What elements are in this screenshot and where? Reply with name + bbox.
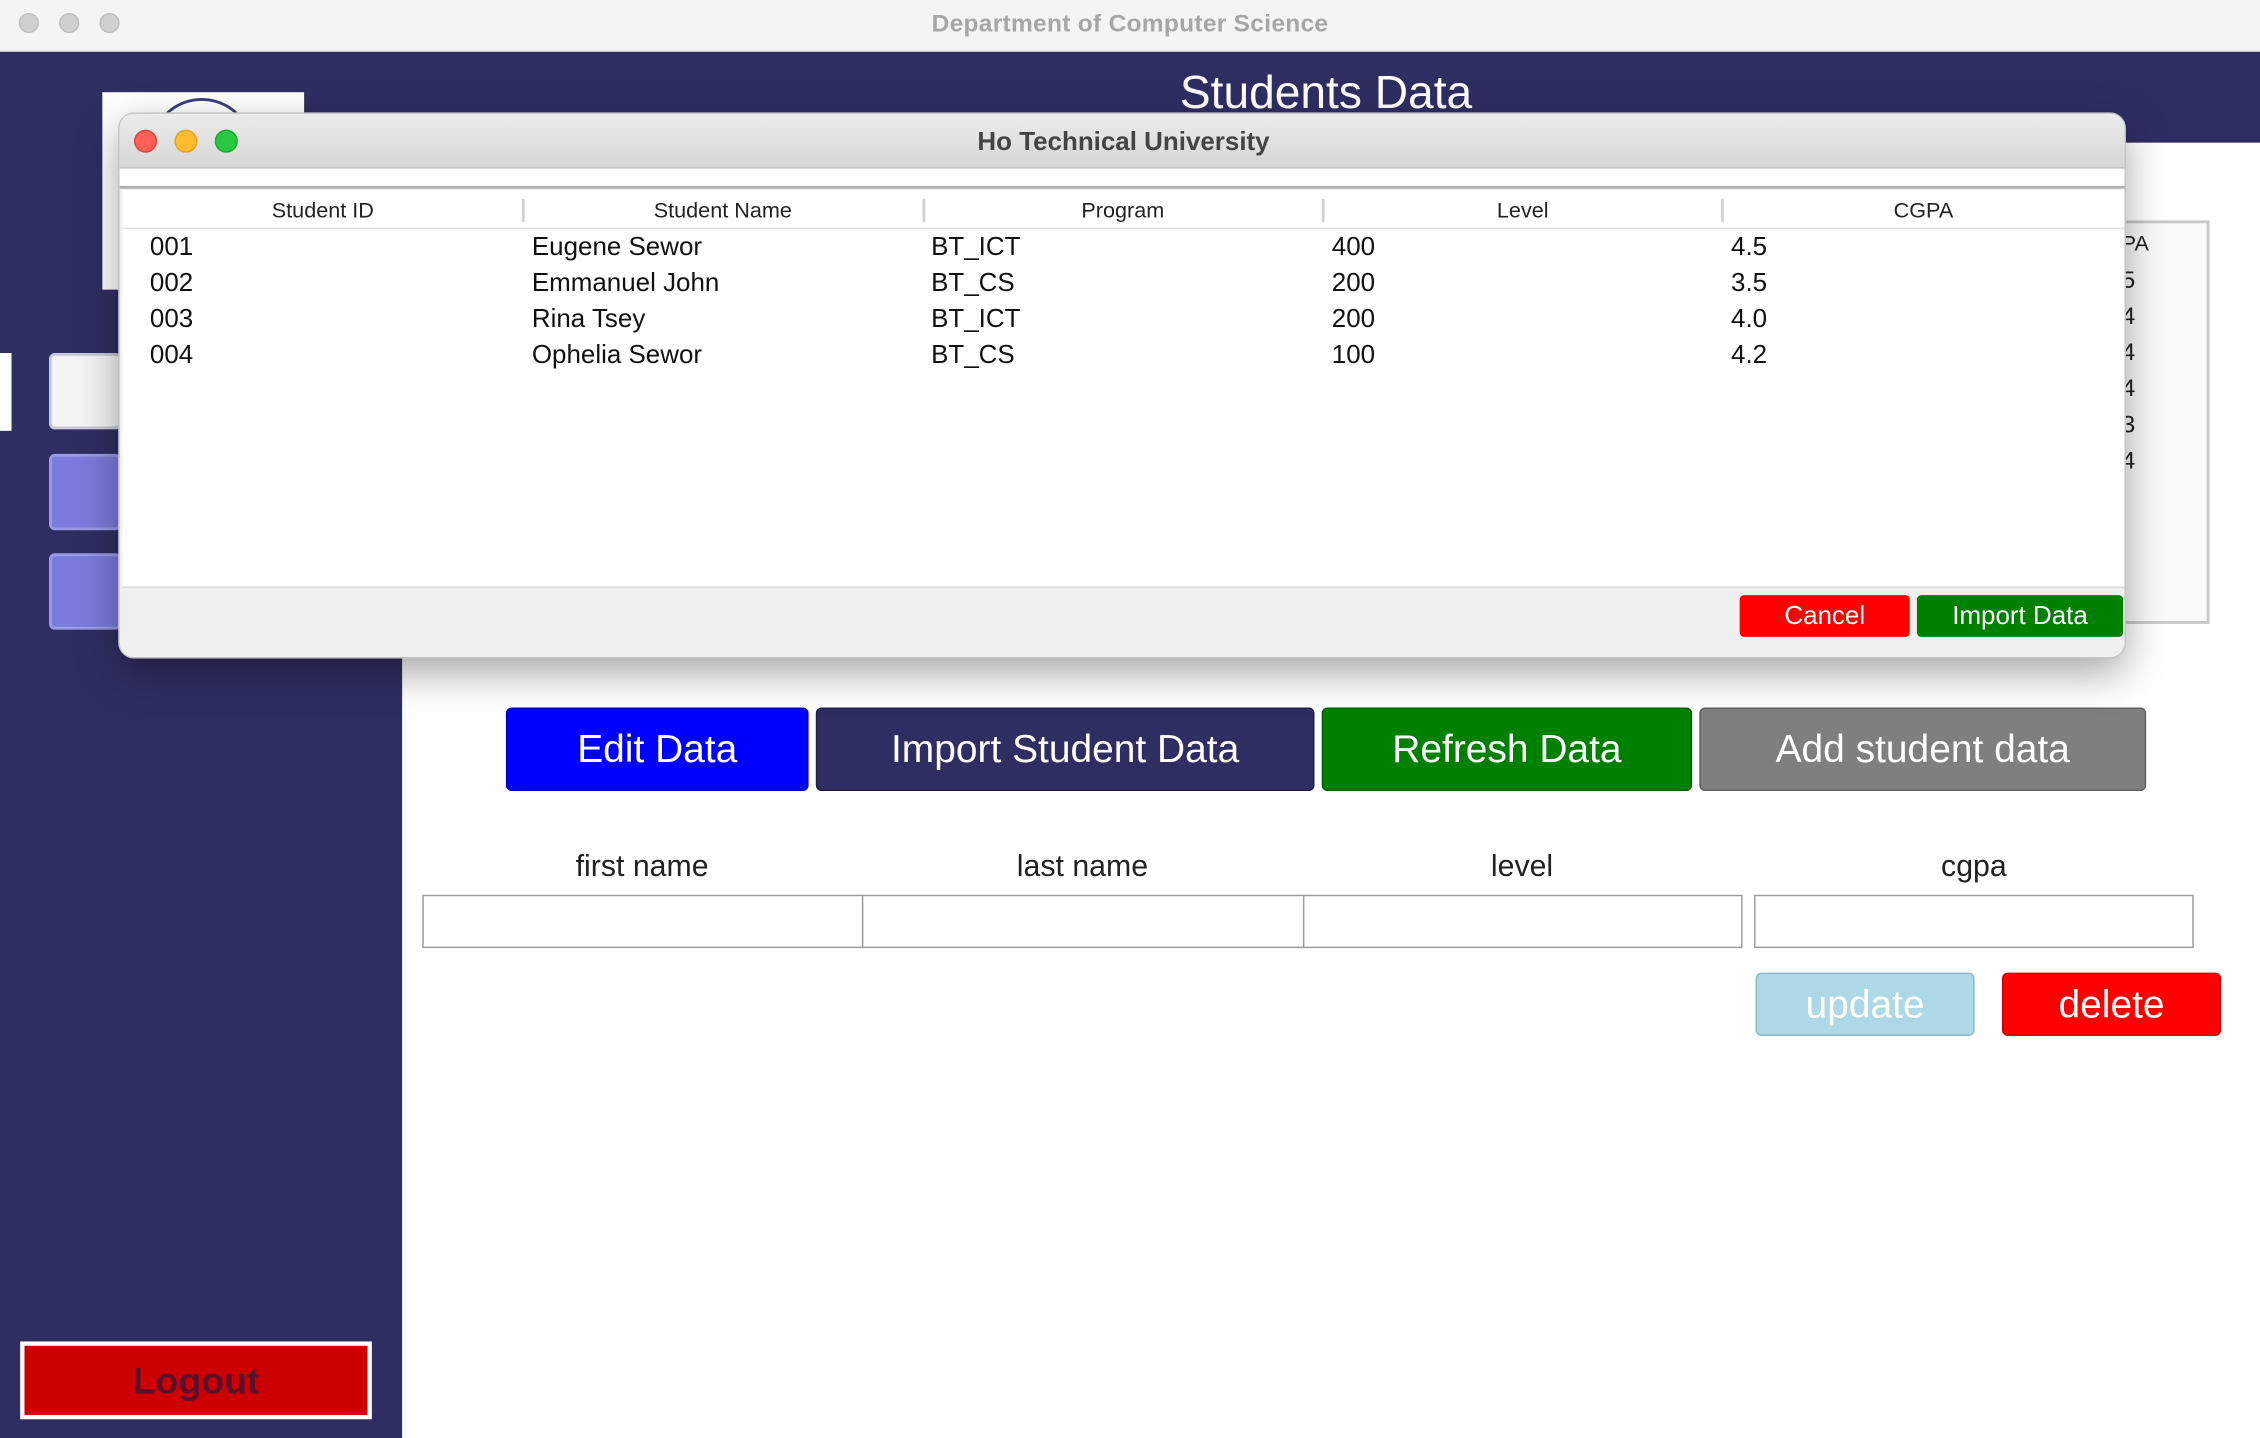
cell-student-id: 004: [149, 340, 194, 369]
last-name-label: last name: [1016, 850, 1149, 884]
column-header-student-id[interactable]: Student ID: [123, 196, 524, 228]
cell-program: BT_CS: [931, 340, 1015, 369]
refresh-data-button[interactable]: Refresh Data: [1321, 707, 1693, 792]
level-input[interactable]: [1302, 894, 1743, 949]
cell-cgpa: 4.0: [1731, 304, 1768, 333]
column-header-level[interactable]: Level: [1323, 196, 1722, 228]
cell-student-name: Eugene Sewor: [531, 231, 703, 261]
cell-student-name: Ophelia Sewor: [531, 340, 703, 369]
cell-level: 200: [1331, 304, 1376, 333]
cell-student-name: Emmanuel John: [531, 268, 720, 297]
import-dialog: Ho Technical University Student ID Stude…: [118, 112, 2126, 659]
table-row[interactable]: 001 Eugene Sewor BT_ICT 400 4.5: [123, 229, 2125, 265]
cancel-button[interactable]: Cancel: [1739, 595, 1910, 637]
table-row[interactable]: 003 Rina Tsey BT_ICT 200 4.0: [123, 301, 2125, 337]
cell-level: 100: [1331, 340, 1376, 369]
sidebar-button-1[interactable]: [49, 353, 122, 430]
last-name-input[interactable]: [861, 894, 1305, 949]
import-student-data-button[interactable]: Import Student Data: [815, 707, 1315, 792]
dialog-titlebar: Ho Technical University: [119, 113, 2125, 169]
sidebar-button-3[interactable]: [49, 553, 122, 630]
student-import-table[interactable]: Student ID Student Name Program Level CG…: [122, 190, 2125, 588]
cell-level: 200: [1331, 268, 1376, 297]
cell-level: 400: [1331, 231, 1376, 261]
cell-student-id: 003: [149, 304, 194, 333]
first-name-label: first name: [575, 850, 709, 884]
cell-cgpa: 3.5: [1731, 268, 1768, 297]
cell-cgpa: 4.5: [1731, 231, 1768, 261]
add-student-data-button[interactable]: Add student data: [1699, 707, 2147, 792]
dialog-title: Ho Technical University: [977, 126, 1270, 156]
column-header-cgpa[interactable]: CGPA: [1722, 196, 2124, 228]
import-data-button[interactable]: Import Data: [1916, 595, 2124, 637]
active-nav-marker: [0, 353, 12, 431]
edit-data-button[interactable]: Edit Data: [505, 707, 809, 792]
cell-student-name: Rina Tsey: [531, 304, 646, 333]
update-button[interactable]: update: [1755, 972, 1975, 1036]
cell-cgpa: 4.2: [1731, 340, 1768, 369]
main-window-titlebar: Department of Computer Science: [0, 0, 2260, 52]
cgpa-input[interactable]: [1754, 894, 2194, 949]
first-name-input[interactable]: [422, 894, 864, 949]
column-header-program[interactable]: Program: [922, 196, 1323, 228]
cgpa-label: cgpa: [1941, 850, 2007, 884]
cell-program: BT_ICT: [931, 231, 1021, 261]
cell-student-id: 002: [149, 268, 194, 297]
delete-button[interactable]: delete: [2002, 972, 2222, 1036]
table-row[interactable]: 002 Emmanuel John BT_CS 200 3.5: [123, 265, 2125, 301]
level-label: level: [1490, 850, 1554, 884]
logout-button[interactable]: Logout: [20, 1341, 372, 1420]
cell-program: BT_CS: [931, 268, 1015, 297]
dialog-strip: [119, 168, 2125, 189]
window-title: Department of Computer Science: [931, 10, 1329, 38]
table-row[interactable]: 004 Ophelia Sewor BT_CS 100 4.2: [123, 337, 2125, 373]
cell-student-id: 001: [149, 231, 194, 261]
logout-label: Logout: [24, 1345, 368, 1415]
cell-program: BT_ICT: [931, 304, 1021, 333]
column-header-student-name[interactable]: Student Name: [523, 196, 922, 228]
sidebar-button-2[interactable]: [49, 453, 122, 531]
